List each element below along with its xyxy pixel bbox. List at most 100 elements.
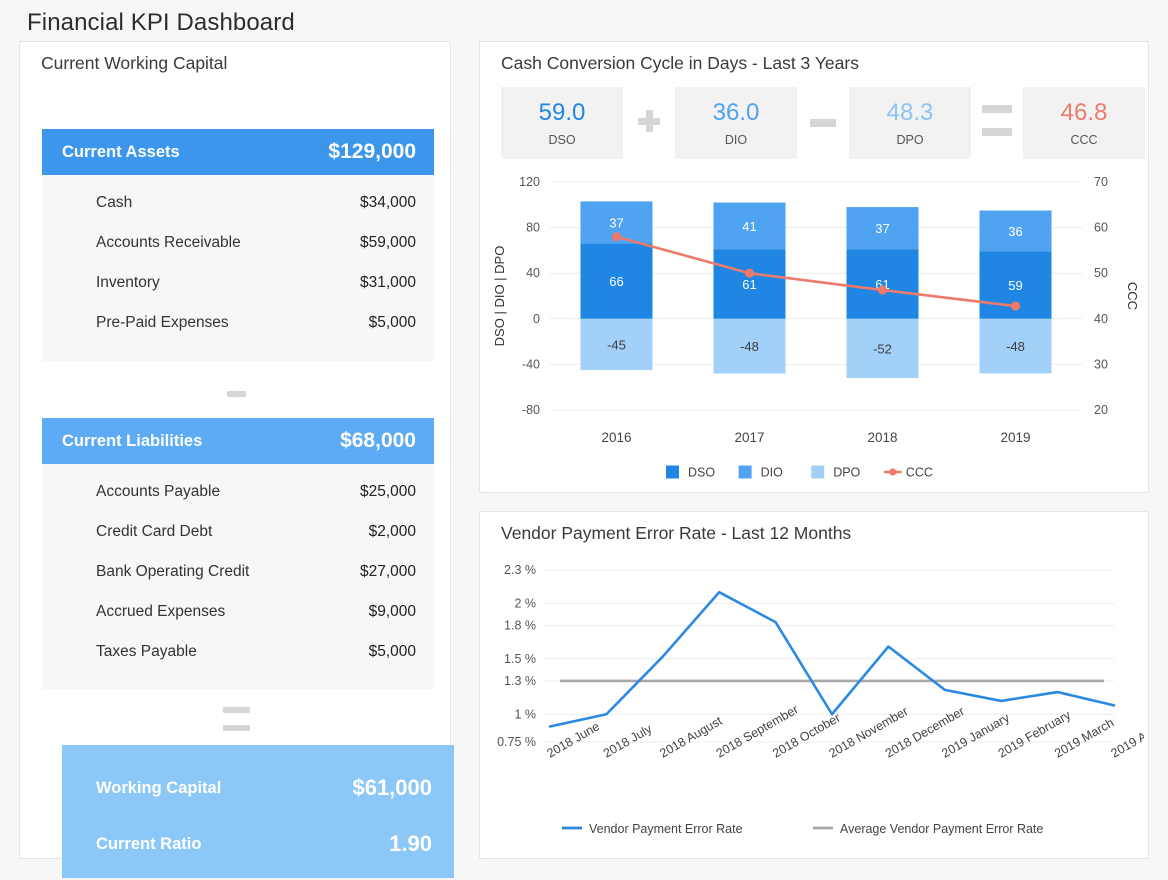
svg-text:80: 80 bbox=[526, 221, 540, 235]
working-capital-result-box: Working Capital $61,000 Current Ratio 1.… bbox=[62, 745, 454, 878]
vendor-error-line-chart[interactable]: 2.3 %2 %1.8 %1.5 %1.3 %1 %0.75 %2018 Jun… bbox=[488, 556, 1144, 856]
list-item[interactable]: Taxes Payable $5,000 bbox=[42, 632, 434, 672]
row-amount: $2,000 bbox=[369, 523, 416, 541]
kpi-ccc[interactable]: 46.8 CCC bbox=[1023, 87, 1145, 159]
svg-text:2018 August: 2018 August bbox=[657, 713, 725, 760]
working-capital-value: $61,000 bbox=[352, 775, 432, 801]
svg-text:-48: -48 bbox=[1006, 339, 1025, 354]
svg-text:37: 37 bbox=[609, 215, 623, 230]
list-item[interactable]: Accrued Expenses $9,000 bbox=[42, 592, 434, 632]
svg-text:70: 70 bbox=[1094, 175, 1108, 189]
minus-sign-icon bbox=[797, 114, 849, 132]
minus-sign-icon bbox=[20, 384, 452, 402]
svg-text:2 %: 2 % bbox=[514, 596, 536, 610]
row-amount: $5,000 bbox=[369, 643, 416, 661]
kpi-ccc-label: CCC bbox=[1070, 133, 1097, 147]
svg-text:-52: -52 bbox=[873, 341, 892, 356]
current-liabilities-header[interactable]: Current Liabilities $68,000 bbox=[42, 418, 434, 464]
svg-text:2018: 2018 bbox=[867, 430, 897, 445]
svg-text:59: 59 bbox=[1008, 278, 1022, 293]
row-amount: $31,000 bbox=[360, 274, 416, 292]
row-amount: $25,000 bbox=[360, 483, 416, 501]
svg-text:61: 61 bbox=[742, 277, 756, 292]
row-label: Bank Operating Credit bbox=[96, 563, 249, 581]
svg-text:36: 36 bbox=[1008, 224, 1022, 239]
current-ratio-label: Current Ratio bbox=[96, 835, 201, 854]
list-item[interactable]: Accounts Receivable $59,000 bbox=[42, 223, 434, 263]
svg-text:CCC: CCC bbox=[1125, 282, 1140, 310]
row-amount: $5,000 bbox=[369, 314, 416, 332]
list-item[interactable]: Accounts Payable $25,000 bbox=[42, 472, 434, 512]
current-liabilities-label: Current Liabilities bbox=[62, 432, 202, 451]
row-label: Accrued Expenses bbox=[96, 603, 225, 621]
ccc-panel-title: Cash Conversion Cycle in Days - Last 3 Y… bbox=[501, 53, 859, 74]
plus-sign-icon bbox=[623, 110, 675, 137]
current-assets-total: $129,000 bbox=[328, 140, 416, 164]
svg-text:1 %: 1 % bbox=[514, 707, 536, 721]
current-assets-label: Current Assets bbox=[62, 143, 180, 162]
working-capital-row: Working Capital $61,000 bbox=[96, 775, 432, 801]
kpi-dio[interactable]: 36.0 DIO bbox=[675, 87, 797, 159]
current-assets-header[interactable]: Current Assets $129,000 bbox=[42, 129, 434, 175]
kpi-dso-value: 59.0 bbox=[539, 99, 586, 127]
working-capital-panel-title: Current Working Capital bbox=[41, 53, 227, 74]
equals-sign-icon bbox=[971, 105, 1023, 141]
svg-text:120: 120 bbox=[519, 175, 540, 189]
svg-text:DSO: DSO bbox=[688, 466, 715, 480]
cash-conversion-cycle-panel: Cash Conversion Cycle in Days - Last 3 Y… bbox=[479, 41, 1149, 493]
row-amount: $59,000 bbox=[360, 234, 416, 252]
kpi-dpo-label: DPO bbox=[896, 133, 923, 147]
row-label: Credit Card Debt bbox=[96, 523, 212, 541]
svg-text:Average Vendor Payment Error R: Average Vendor Payment Error Rate bbox=[840, 822, 1043, 836]
svg-text:0.75 %: 0.75 % bbox=[497, 735, 536, 749]
list-item[interactable]: Pre-Paid Expenses $5,000 bbox=[42, 303, 434, 343]
current-liabilities-list: Accounts Payable $25,000 Credit Card Deb… bbox=[42, 464, 434, 689]
current-ratio-value: 1.90 bbox=[389, 831, 432, 857]
list-item[interactable]: Cash $34,000 bbox=[42, 183, 434, 223]
kpi-dio-label: DIO bbox=[725, 133, 747, 147]
svg-text:Vendor Payment Error Rate: Vendor Payment Error Rate bbox=[589, 822, 743, 836]
ccc-bar-chart[interactable]: 12080400-40-80706050403020DSO | DIO | DP… bbox=[488, 170, 1144, 490]
svg-text:66: 66 bbox=[609, 274, 623, 289]
ccc-kpi-strip: 59.0 DSO 36.0 DIO 48.3 DPO 46.8 CCC bbox=[501, 87, 1145, 159]
svg-text:37: 37 bbox=[875, 221, 889, 236]
svg-text:50: 50 bbox=[1094, 266, 1108, 280]
current-assets-list: Cash $34,000 Accounts Receivable $59,000… bbox=[42, 175, 434, 361]
svg-text:DPO: DPO bbox=[833, 466, 860, 480]
svg-text:2016: 2016 bbox=[601, 430, 631, 445]
vendor-panel-title: Vendor Payment Error Rate - Last 12 Mont… bbox=[501, 523, 851, 544]
svg-text:DIO: DIO bbox=[761, 466, 784, 480]
list-item[interactable]: Inventory $31,000 bbox=[42, 263, 434, 303]
list-item[interactable]: Credit Card Debt $2,000 bbox=[42, 512, 434, 552]
row-label: Pre-Paid Expenses bbox=[96, 314, 229, 332]
row-label: Taxes Payable bbox=[96, 643, 197, 661]
svg-text:30: 30 bbox=[1094, 357, 1108, 371]
svg-text:40: 40 bbox=[1094, 312, 1108, 326]
current-liabilities-total: $68,000 bbox=[340, 429, 416, 453]
working-capital-panel: Current Working Capital Current Assets $… bbox=[19, 41, 451, 859]
equals-sign-icon bbox=[20, 705, 452, 741]
svg-text:2.3 %: 2.3 % bbox=[504, 563, 536, 577]
svg-text:DSO | DIO | DPO: DSO | DIO | DPO bbox=[492, 246, 507, 347]
svg-text:-48: -48 bbox=[740, 339, 759, 354]
svg-text:1.8 %: 1.8 % bbox=[504, 618, 536, 632]
svg-text:1.3 %: 1.3 % bbox=[504, 674, 536, 688]
svg-text:-45: -45 bbox=[607, 337, 626, 352]
row-amount: $34,000 bbox=[360, 194, 416, 212]
kpi-dpo[interactable]: 48.3 DPO bbox=[849, 87, 971, 159]
svg-text:40: 40 bbox=[526, 266, 540, 280]
row-label: Cash bbox=[96, 194, 132, 212]
kpi-dso-label: DSO bbox=[548, 133, 575, 147]
row-label: Accounts Receivable bbox=[96, 234, 241, 252]
working-capital-label: Working Capital bbox=[96, 779, 221, 798]
row-label: Accounts Payable bbox=[96, 483, 220, 501]
current-ratio-row: Current Ratio 1.90 bbox=[96, 831, 432, 857]
svg-text:41: 41 bbox=[742, 219, 756, 234]
page-title: Financial KPI Dashboard bbox=[27, 9, 295, 37]
svg-text:-40: -40 bbox=[522, 357, 540, 371]
kpi-dso[interactable]: 59.0 DSO bbox=[501, 87, 623, 159]
row-label: Inventory bbox=[96, 274, 160, 292]
vendor-payment-error-panel: Vendor Payment Error Rate - Last 12 Mont… bbox=[479, 511, 1149, 859]
list-item[interactable]: Bank Operating Credit $27,000 bbox=[42, 552, 434, 592]
svg-text:1.5 %: 1.5 % bbox=[504, 652, 536, 666]
